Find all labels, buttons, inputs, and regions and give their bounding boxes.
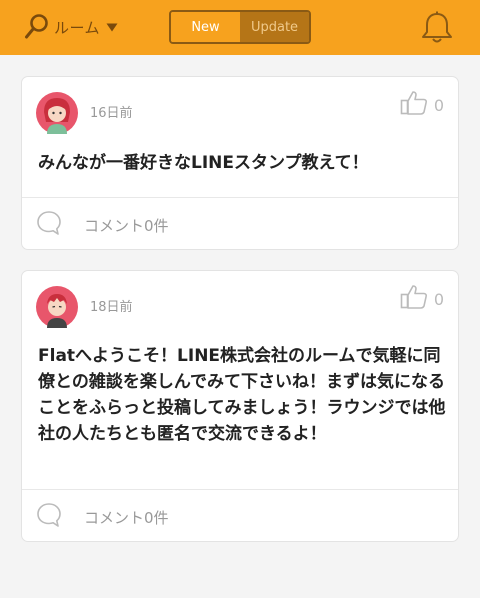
feed-tabs: New Update bbox=[169, 10, 311, 44]
divider bbox=[22, 489, 458, 490]
post-timestamp: 16日前 bbox=[90, 106, 133, 121]
post-card[interactable]: 16日前 0 みんなが一番好きなLINEスタンプ教えて！ コメント0件 bbox=[21, 76, 459, 250]
room-selector[interactable]: ルーム bbox=[24, 12, 118, 42]
tab-update[interactable]: Update bbox=[240, 12, 309, 42]
thumbs-up-icon bbox=[400, 284, 428, 314]
divider bbox=[22, 197, 458, 198]
search-icon bbox=[24, 13, 50, 41]
caret-down-icon bbox=[106, 23, 118, 32]
comment-count-label: コメント0件 bbox=[84, 216, 169, 235]
like-count: 0 bbox=[433, 289, 444, 309]
comment-button[interactable]: コメント0件 bbox=[36, 502, 169, 532]
like-button[interactable]: 0 bbox=[400, 90, 444, 120]
like-button[interactable]: 0 bbox=[400, 284, 444, 314]
comment-button[interactable]: コメント0件 bbox=[36, 210, 169, 240]
speech-bubble-icon bbox=[36, 210, 62, 240]
post-body: Flatへようこそ！LINE株式会社のルームで気軽に同僚との雑談を楽しんでみて下… bbox=[38, 346, 446, 444]
speech-bubble-icon bbox=[36, 502, 62, 532]
bell-icon[interactable] bbox=[420, 10, 454, 50]
room-label: ルーム bbox=[54, 18, 101, 37]
comment-count-label: コメント0件 bbox=[84, 508, 169, 527]
like-count: 0 bbox=[433, 95, 444, 115]
thumbs-up-icon bbox=[400, 90, 428, 120]
post-timestamp: 18日前 bbox=[90, 300, 133, 315]
girl-avatar[interactable] bbox=[36, 92, 78, 134]
tab-new[interactable]: New bbox=[171, 12, 240, 42]
app-header: ルーム New Update bbox=[0, 0, 480, 55]
boy-avatar[interactable] bbox=[36, 286, 78, 328]
post-card[interactable]: 18日前 0 Flatへようこそ！LINE株式会社のルームで気軽に同僚との雑談を… bbox=[21, 270, 459, 542]
post-body: みんなが一番好きなLINEスタンプ教えて！ bbox=[38, 153, 369, 173]
